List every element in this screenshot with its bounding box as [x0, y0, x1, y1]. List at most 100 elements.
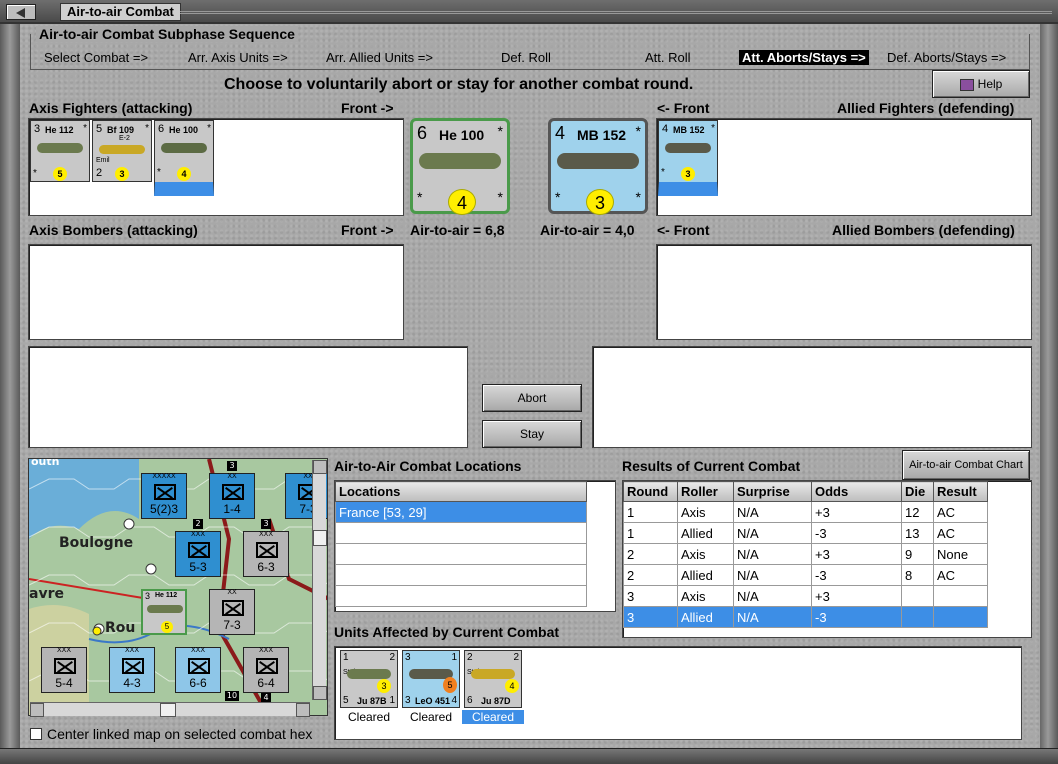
location-cell: [335, 564, 587, 586]
map-unit-counter[interactable]: XXX 4-3: [109, 647, 155, 693]
star-icon: *: [497, 189, 503, 205]
location-row[interactable]: [335, 522, 587, 544]
axis-front-counter[interactable]: 6 He 100 * * * 4: [410, 118, 510, 215]
air-unit-name: He 112: [155, 592, 178, 599]
locations-column-header[interactable]: Locations: [335, 481, 587, 502]
unit-value: 6-6: [189, 676, 207, 690]
result-row[interactable]: 1 Axis N/A +3 12 AC: [623, 501, 988, 523]
axis-fighter-counter[interactable]: 5 Bf 109 * E-2 Emil 2 3: [92, 120, 152, 182]
location-row[interactable]: [335, 564, 587, 586]
result-cell: -3: [811, 522, 902, 544]
scroll-thumb-h[interactable]: [160, 703, 176, 717]
map-unit-counter[interactable]: XXX 5-3: [175, 531, 221, 577]
map-unit-counter[interactable]: XXX 6-6: [175, 647, 221, 693]
unit-size: XXX: [124, 647, 139, 654]
result-row-selected[interactable]: 3 Allied N/A -3: [623, 606, 988, 628]
unit-size: XX: [227, 473, 237, 480]
seq-step-def-aborts: Def. Aborts/Stays =>: [887, 50, 1007, 65]
column-header-round[interactable]: Round: [623, 481, 678, 502]
column-header-die[interactable]: Die: [901, 481, 934, 502]
location-row-selected[interactable]: France [53, 29]: [335, 501, 587, 523]
system-menu-icon[interactable]: [6, 4, 36, 20]
unit-value: 1-4: [223, 502, 241, 516]
motorized-icon: [188, 542, 210, 558]
unit-value: 5-4: [55, 676, 73, 690]
location-cell: [335, 585, 587, 607]
unit-value: 5-3: [189, 560, 207, 574]
scroll-thumb-v[interactable]: [313, 530, 327, 546]
location-row[interactable]: [335, 543, 587, 565]
abort-button[interactable]: Abort: [482, 384, 582, 412]
unit-size: XXXXX: [152, 473, 176, 480]
counter-tr: 2: [389, 652, 395, 663]
allied-bombers-box[interactable]: [656, 244, 1032, 340]
scroll-down-arrow-icon[interactable]: [313, 686, 327, 700]
axis-bombers-box[interactable]: [28, 244, 404, 340]
map-air-unit[interactable]: 3 He 112 5: [141, 589, 187, 635]
mini-map[interactable]: outh Boulogne avre Rou XXXXX 5(2)3 XX 1-4 …: [28, 458, 328, 716]
result-row[interactable]: 1 Allied N/A -3 13 AC: [623, 522, 988, 544]
counter-left-value: 5: [96, 123, 103, 135]
map-vertical-scrollbar[interactable]: [312, 460, 327, 700]
star-icon: *: [83, 123, 87, 134]
result-cell: +3: [811, 585, 902, 607]
axis-fighter-counter[interactable]: 3 He 112 * * 5: [30, 120, 90, 182]
axis-fighter-counter-selected[interactable]: 6 He 100 * * 4: [154, 120, 214, 196]
allied-fighter-counter-selected[interactable]: 4 MB 152 * * 3: [658, 120, 718, 196]
stack-count: 3: [261, 519, 271, 529]
center-map-checkbox[interactable]: [30, 728, 42, 740]
counter-extra: Emil: [96, 157, 110, 164]
front-name: He 100: [439, 127, 485, 143]
result-row[interactable]: 3 Axis N/A +3: [623, 585, 988, 607]
affected-unit-counter[interactable]: 3 1 5 3 LeO 451 4: [402, 650, 460, 708]
map-unit-counter[interactable]: XXX 6-4: [243, 647, 289, 693]
column-header-surprise[interactable]: Surprise: [733, 481, 812, 502]
column-header-odds[interactable]: Odds: [811, 481, 902, 502]
air-to-air-chart-button[interactable]: Air-to-air Combat Chart: [902, 450, 1030, 480]
map-unit-counter[interactable]: XX 1-4: [209, 473, 255, 519]
column-header-result[interactable]: Result: [933, 481, 988, 502]
result-row[interactable]: 2 Allied N/A -3 8 AC: [623, 564, 988, 586]
map-horizontal-scrollbar[interactable]: [30, 702, 310, 717]
unit-value: 5(2)3: [149, 502, 178, 516]
map-unit-counter[interactable]: XXX 6-3: [243, 531, 289, 577]
result-cell: N/A: [733, 606, 812, 628]
result-cell: Allied: [677, 606, 734, 628]
allied-air-to-air-value: Air-to-air = 4,0: [540, 222, 635, 238]
affected-title: Units Affected by Current Combat: [334, 624, 560, 640]
help-button[interactable]: Help: [932, 70, 1030, 98]
counter-name: He 100: [169, 125, 199, 135]
allied-front-counter[interactable]: 4 MB 152 * * * 3: [548, 118, 648, 215]
counter-tr: 1: [451, 652, 457, 663]
result-row[interactable]: 2 Axis N/A +3 9 None: [623, 543, 988, 565]
scroll-right-arrow-icon[interactable]: [296, 703, 310, 717]
counter-name: Ju 87B: [357, 696, 387, 706]
stay-button[interactable]: Stay: [482, 420, 582, 448]
location-row[interactable]: [335, 585, 587, 607]
result-cell: 3: [623, 585, 678, 607]
result-cell: 1: [623, 522, 678, 544]
scroll-left-arrow-icon[interactable]: [30, 703, 44, 717]
affected-unit-counter[interactable]: 1 2 Stuka 3 5 Ju 87B 1: [340, 650, 398, 708]
result-cell: AC: [933, 564, 988, 586]
map-unit-counter[interactable]: XXXXX 5(2)3: [141, 473, 187, 519]
result-cell: AC: [933, 522, 988, 544]
column-header-roller[interactable]: Roller: [677, 481, 734, 502]
strength-circle: 4: [505, 679, 519, 693]
counter-bl: 3: [405, 695, 411, 706]
locations-list[interactable]: Locations France [53, 29]: [334, 480, 616, 612]
scroll-up-arrow-icon[interactable]: [313, 460, 327, 474]
counter-name: LeO 451: [415, 696, 451, 706]
result-cell: 12: [901, 501, 934, 523]
locations-title: Air-to-Air Combat Locations: [334, 458, 522, 474]
location-cell: [335, 543, 587, 565]
result-cell: N/A: [733, 501, 812, 523]
affected-unit-counter-selected[interactable]: 2 2 Stuka 4 6 Ju 87D: [464, 650, 522, 708]
infantry-icon: [256, 658, 278, 674]
map-unit-counter[interactable]: XXX 5-4: [41, 647, 87, 693]
map-unit-counter[interactable]: XX 7-3: [209, 589, 255, 635]
counter-left-value: 3: [34, 123, 41, 135]
counter-bl: 5: [343, 695, 349, 706]
results-table[interactable]: Round Roller Surprise Odds Die Result 1A…: [622, 480, 1032, 638]
star-icon: *: [33, 168, 37, 179]
